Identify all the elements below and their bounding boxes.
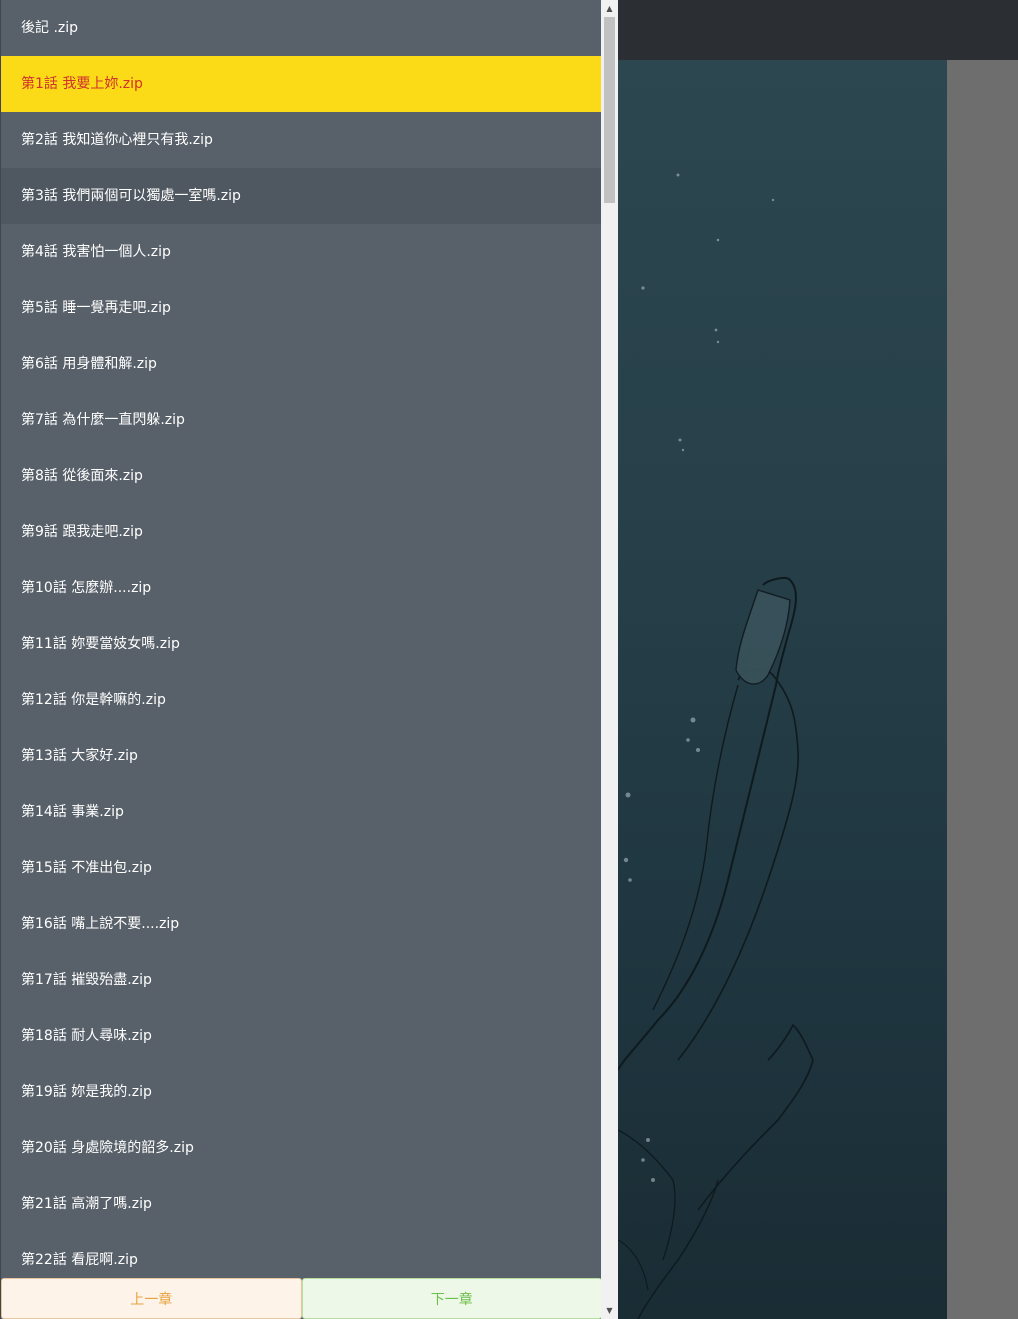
chapter-item[interactable]: 第3話 我們兩個可以獨處一室嗎.zip xyxy=(1,168,601,224)
chapter-item[interactable]: 第8話 從後面來.zip xyxy=(1,448,601,504)
prev-chapter-button[interactable]: 上一章 xyxy=(1,1278,302,1319)
chapter-item[interactable]: 第19話 妳是我的.zip xyxy=(1,1064,601,1120)
chapter-list: 後記 .zip 第1話 我要上妳.zip 第2話 我知道你心裡只有我.zip 第3話 … xyxy=(1,0,601,1278)
next-chapter-button[interactable]: 下一章 xyxy=(301,1278,602,1319)
viewer-top-bar xyxy=(618,0,1018,60)
scroll-up-arrow-icon[interactable]: ▲ xyxy=(601,0,618,17)
chapter-nav-buttons: 上一章 下一章 xyxy=(1,1278,602,1319)
chapter-item[interactable]: 第11話 妳要當妓女嗎.zip xyxy=(1,616,601,672)
drawer-scrollbar[interactable]: ▲ ▼ xyxy=(601,0,618,1319)
chapter-item[interactable]: 第4話 我害怕一個人.zip xyxy=(1,224,601,280)
chapter-item[interactable]: 第17話 摧毀殆盡.zip xyxy=(1,952,601,1008)
reader-screen: 後記 .zip 第1話 我要上妳.zip 第2話 我知道你心裡只有我.zip 第3話 … xyxy=(0,0,1018,1319)
chapter-item[interactable]: 第21話 高潮了嗎.zip xyxy=(1,1176,601,1232)
scroll-thumb[interactable] xyxy=(604,17,615,203)
chapter-item[interactable]: 第18話 耐人尋味.zip xyxy=(1,1008,601,1064)
chapter-item[interactable]: 第6話 用身體和解.zip xyxy=(1,336,601,392)
chapter-item[interactable]: 第15話 不准出包.zip xyxy=(1,840,601,896)
chapter-item[interactable]: 第16話 嘴上說不要....zip xyxy=(1,896,601,952)
comic-page-image xyxy=(618,60,947,1319)
chapter-item[interactable]: 第13話 大家好.zip xyxy=(1,728,601,784)
chapter-item[interactable]: 第10話 怎麼辦....zip xyxy=(1,560,601,616)
comic-illustration xyxy=(618,173,814,1319)
chapter-drawer: 後記 .zip 第1話 我要上妳.zip 第2話 我知道你心裡只有我.zip 第3話 … xyxy=(0,0,602,1319)
chapter-item[interactable]: 第12話 你是幹嘛的.zip xyxy=(1,672,601,728)
chapter-item[interactable]: 第1話 我要上妳.zip xyxy=(1,56,601,112)
chapter-item[interactable]: 第2話 我知道你心裡只有我.zip xyxy=(1,112,601,168)
chapter-item[interactable]: 第5話 睡一覺再走吧.zip xyxy=(1,280,601,336)
chapter-item[interactable]: 第14話 事業.zip xyxy=(1,784,601,840)
viewer-margin xyxy=(947,60,1018,1319)
chapter-item[interactable]: 第9話 跟我走吧.zip xyxy=(1,504,601,560)
chapter-item[interactable]: 後記 .zip xyxy=(1,0,601,56)
scroll-down-arrow-icon[interactable]: ▼ xyxy=(601,1302,618,1319)
chapter-item[interactable]: 第7話 為什麼一直閃躲.zip xyxy=(1,392,601,448)
chapter-item[interactable]: 第20話 身處險境的韶多.zip xyxy=(1,1120,601,1176)
chapter-item[interactable]: 第22話 看屁啊.zip xyxy=(1,1232,601,1278)
